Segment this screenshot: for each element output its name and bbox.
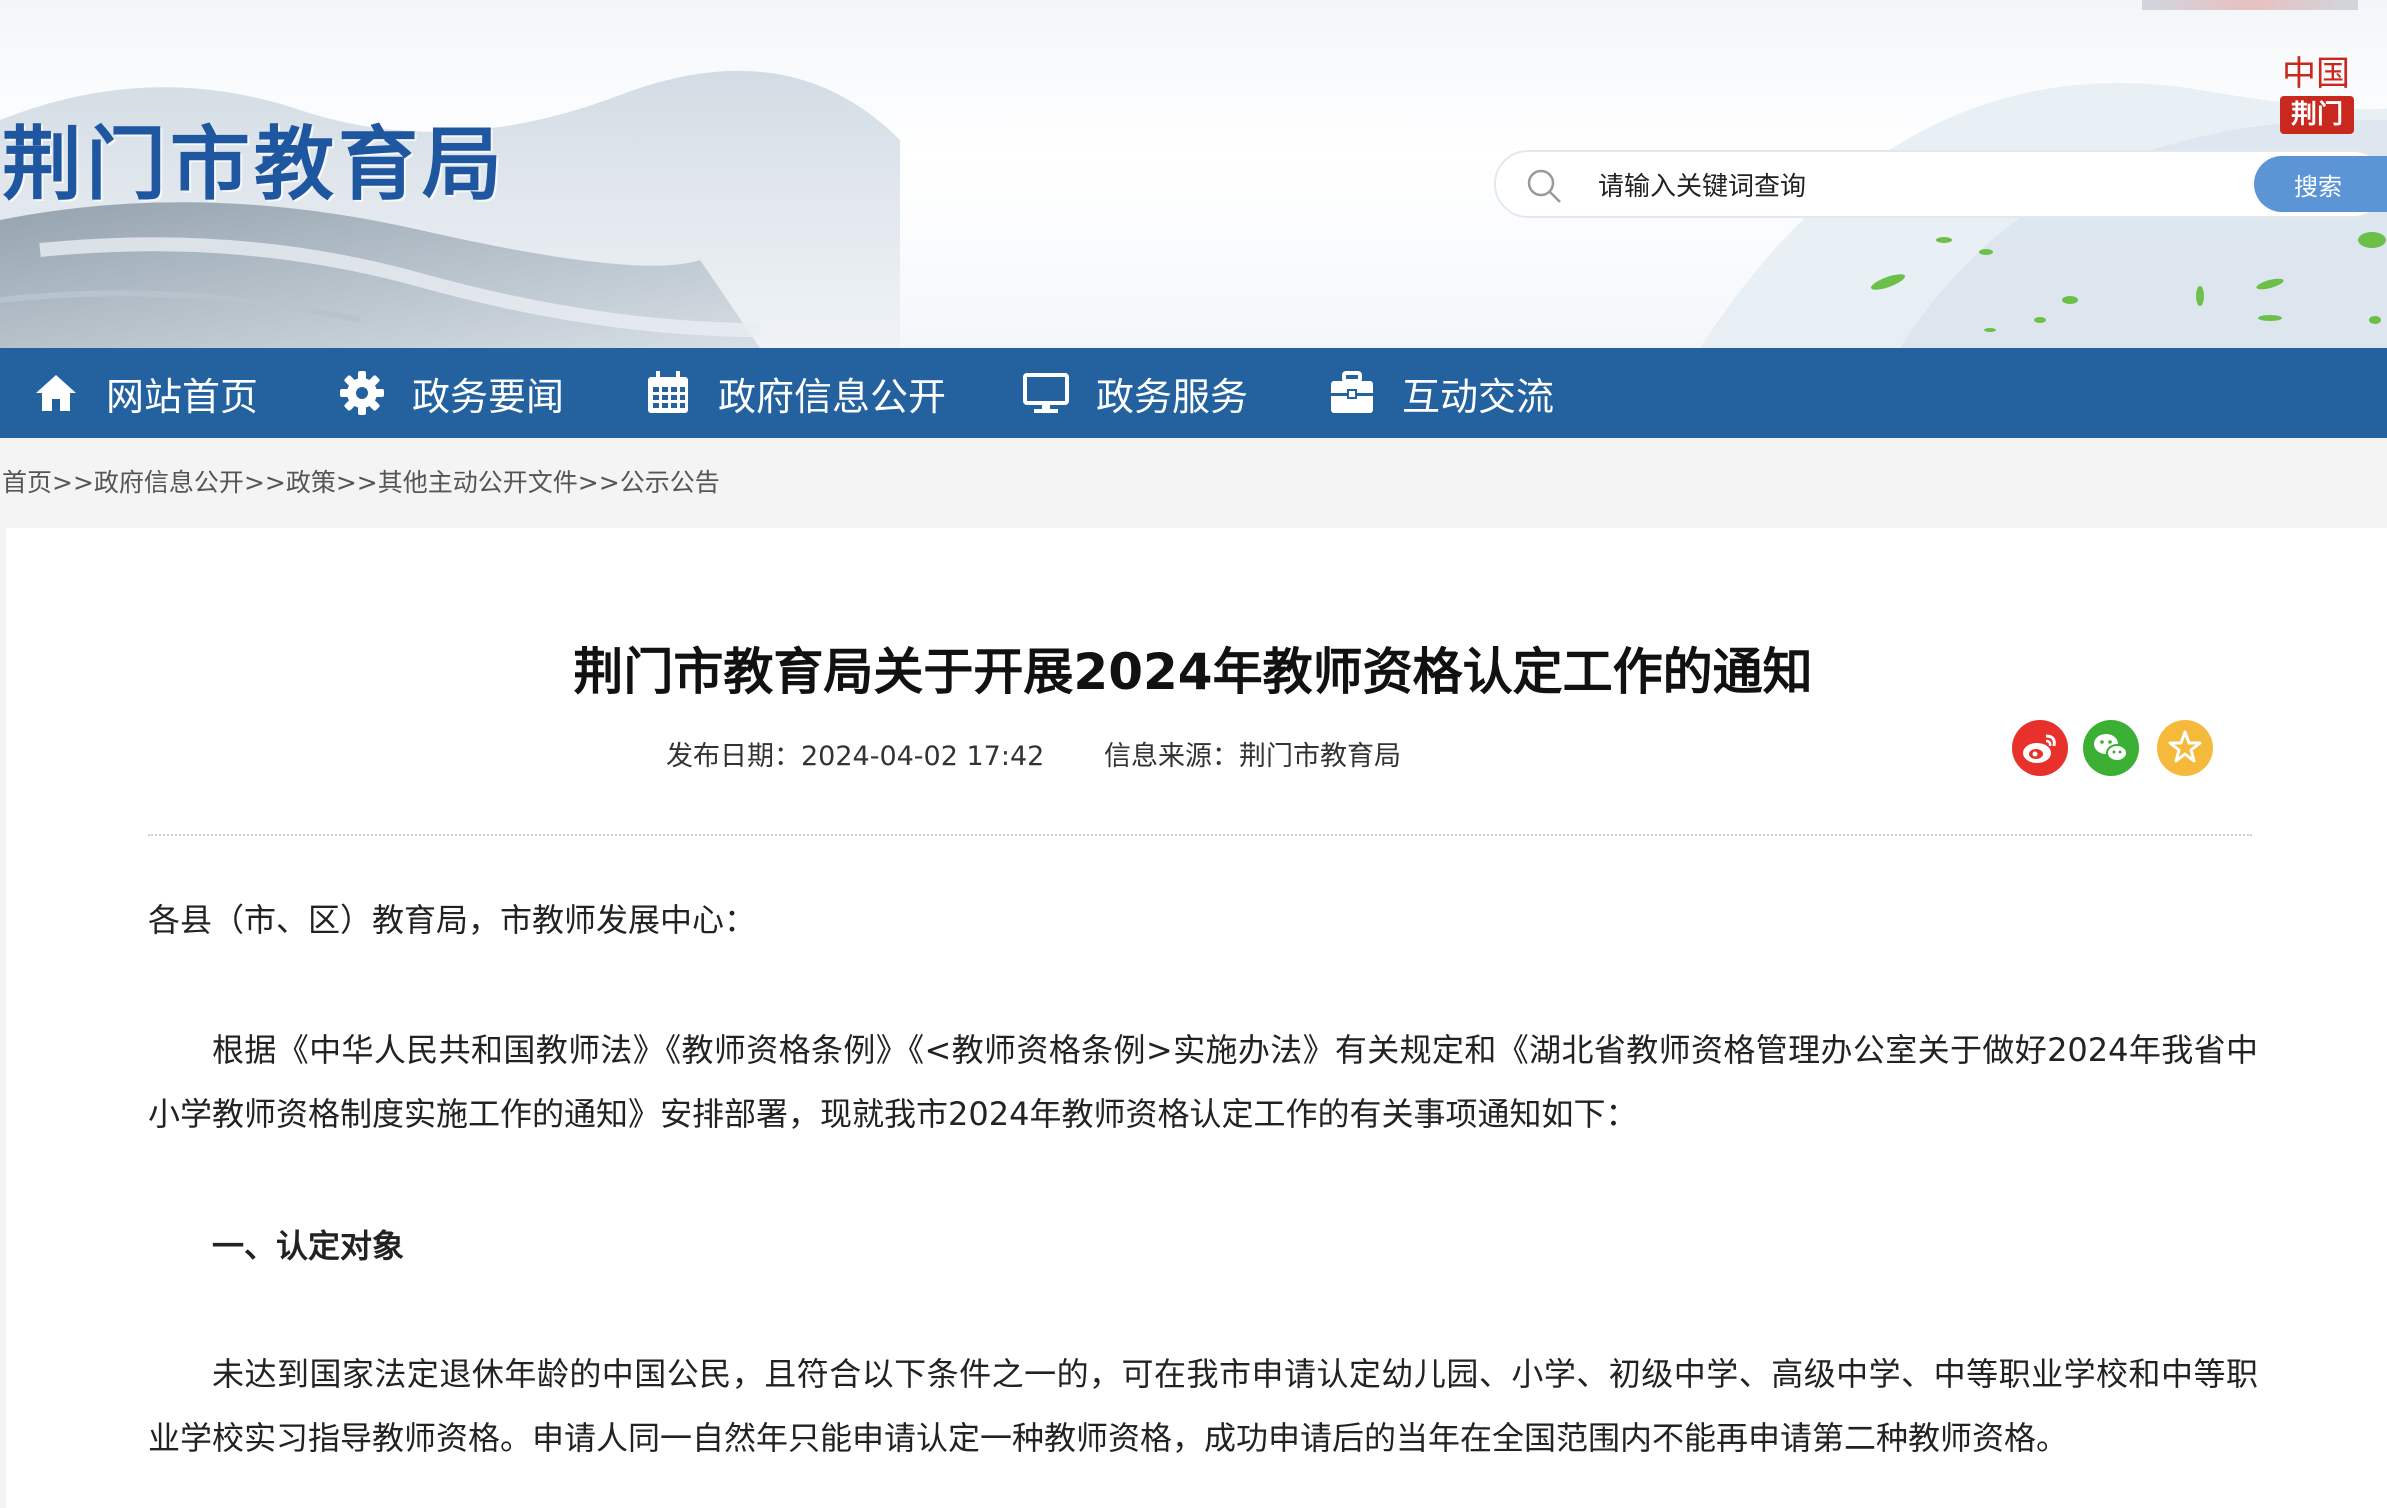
paragraph-eligibility: 未达到国家法定退休年龄的中国公民，且符合以下条件之一的，可在我市申请认定幼儿园、… — [148, 1355, 2258, 1457]
publish-date: 发布日期：2024-04-02 17:42 — [666, 741, 1045, 772]
nav-label: 政府信息公开 — [718, 374, 947, 419]
title-divider — [148, 834, 2252, 836]
favorite-star-icon — [2157, 720, 2213, 776]
share-wechat-button[interactable] — [2083, 720, 2139, 776]
site-logo-title[interactable]: 荆门市教育局 — [2, 100, 506, 216]
search-icon — [1527, 169, 1561, 203]
briefcase-icon — [1331, 371, 1373, 413]
breadcrumb-separator: >> — [243, 468, 286, 497]
seal-text-bottom: 荆门 — [2280, 96, 2354, 134]
paragraph-intro: 根据《中华人民共和国教师法》《教师资格条例》《<教师资格条例>实施办法》有关规定… — [148, 1031, 2258, 1133]
breadcrumb-notices[interactable]: 公示公告 — [620, 468, 720, 497]
section-heading: 一、认定对象 — [212, 1227, 405, 1265]
gear-icon — [340, 371, 384, 415]
nav-label: 互动交流 — [1402, 374, 1555, 419]
salutation: 各县（市、区）教育局，市教师发展中心： — [148, 901, 757, 939]
search-box: 搜索 — [1494, 150, 2387, 218]
share-favorite-button[interactable] — [2157, 720, 2213, 776]
breadcrumb-separator: >> — [577, 468, 620, 497]
breadcrumb-separator: >> — [335, 468, 378, 497]
breadcrumb-separator: >> — [52, 468, 94, 497]
home-icon — [36, 375, 76, 411]
share-weibo-button[interactable] — [2012, 720, 2068, 776]
site-header: 荆门市教育局 中国 荆门 搜索 — [0, 0, 2387, 348]
nav-label: 政务要闻 — [412, 374, 565, 419]
weibo-icon — [2012, 720, 2068, 776]
top-banner-thumbnail[interactable] — [2142, 0, 2358, 10]
article-title: 荆门市教育局关于开展2024年教师资格认定工作的通知 — [573, 643, 1813, 701]
breadcrumb-other-files[interactable]: 其他主动公开文件 — [378, 468, 578, 497]
breadcrumb: 首页>>政府信息公开>>政策>>其他主动公开文件>>公示公告 — [0, 438, 2387, 528]
seal-text-top: 中国 — [2282, 54, 2350, 94]
nav-label: 政务服务 — [1096, 374, 1249, 419]
nav-item-interaction[interactable]: 互动交流 — [1328, 348, 1554, 438]
nav-item-home[interactable]: 网站首页 — [32, 348, 258, 438]
nav-item-news[interactable]: 政务要闻 — [338, 348, 564, 438]
article-container: 荆门市教育局关于开展2024年教师资格认定工作的通知 发布日期：2024-04-… — [6, 528, 2387, 1508]
info-source: 信息来源：荆门市教育局 — [1104, 741, 1401, 772]
breadcrumb-policy[interactable]: 政策 — [286, 468, 336, 497]
china-jingmen-seal-logo: 中国 荆门 — [2278, 46, 2356, 142]
breadcrumb-gov-info[interactable]: 政府信息公开 — [94, 468, 244, 497]
breadcrumb-home[interactable]: 首页 — [2, 468, 52, 497]
search-button[interactable]: 搜索 — [2254, 156, 2387, 212]
monitor-icon — [1023, 373, 1069, 413]
nav-item-gov-info[interactable]: 政府信息公开 — [644, 348, 946, 438]
calendar-icon — [648, 371, 688, 413]
nav-item-services[interactable]: 政务服务 — [1022, 348, 1248, 438]
wechat-icon — [2083, 720, 2139, 776]
main-nav: 网站首页 政务要闻 政府信息公开 政务服务 互动交流 — [0, 348, 2387, 438]
nav-label: 网站首页 — [106, 374, 259, 419]
